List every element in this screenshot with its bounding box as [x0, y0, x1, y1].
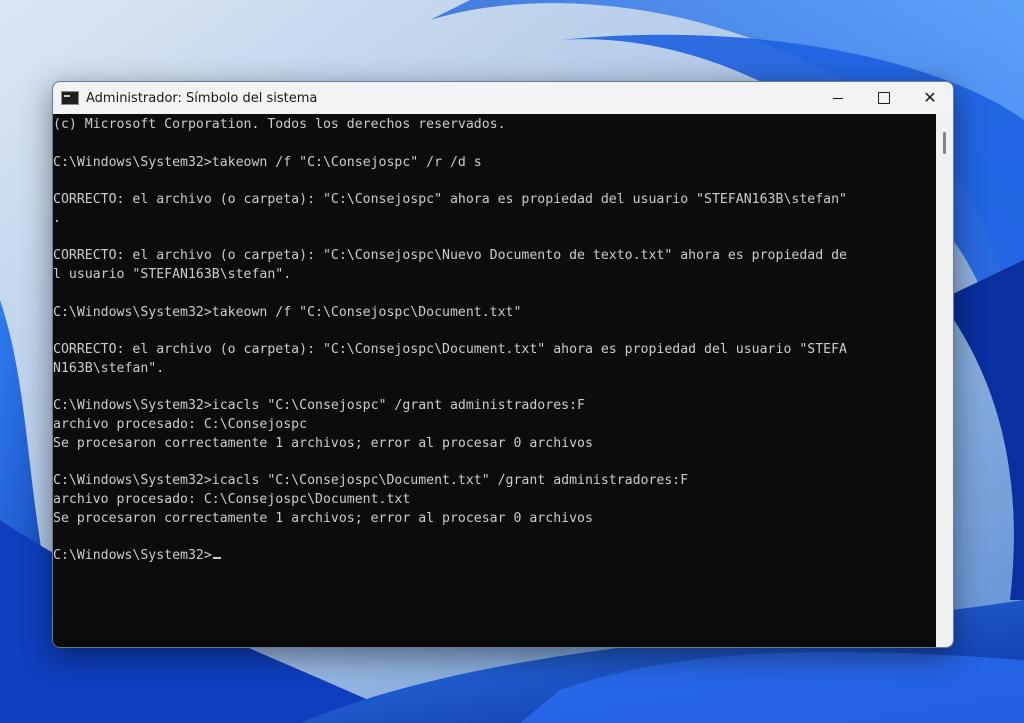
minimize-icon: [833, 97, 843, 99]
scrollbar-thumb[interactable]: [943, 132, 946, 154]
close-button[interactable]: ✕: [907, 82, 953, 114]
maximize-button[interactable]: [861, 82, 907, 114]
console-line: Se procesaron correctamente 1 archivos; …: [53, 435, 593, 451]
cmd-icon: [61, 91, 79, 105]
console-line: .: [53, 210, 61, 226]
maximize-icon: [878, 92, 890, 104]
window-title: Administrador: Símbolo del sistema: [86, 90, 318, 106]
console-line: l usuario "STEFAN163B\stefan".: [53, 267, 292, 282]
console-line: CORRECTO: el archivo (o carpeta): "C:\Co…: [53, 342, 847, 357]
text-cursor: [212, 557, 221, 560]
console-line: C:\Windows\System32>takeown /f "C:\Conse…: [53, 304, 522, 320]
command-prompt-window[interactable]: Administrador: Símbolo del sistema ✕ (c)…: [52, 81, 954, 648]
title-bar[interactable]: Administrador: Símbolo del sistema ✕: [53, 82, 953, 114]
console-line: C:\Windows\System32>icacls "C:\Consejosp…: [53, 473, 689, 489]
console-line: CORRECTO: el archivo (o carpeta): "C:\Co…: [53, 192, 847, 207]
console-line: C:\Windows\System32>takeown /f "C:\Conse…: [53, 154, 482, 170]
prompt-line[interactable]: C:\Windows\System32>: [53, 547, 935, 566]
console-line: archivo procesado: C:\Consejospc\Documen…: [53, 492, 411, 507]
console-line: Se procesaron correctamente 1 archivos; …: [53, 510, 593, 526]
console-line: C:\Windows\System32>icacls "C:\Consejosp…: [53, 398, 585, 414]
console-output[interactable]: (c) Microsoft Corporation. Todos los der…: [53, 114, 935, 647]
close-icon: ✕: [923, 88, 937, 107]
console-line: archivo procesado: C:\Consejospc: [53, 417, 308, 432]
vertical-scrollbar[interactable]: [936, 114, 953, 647]
prompt-text: C:\Windows\System32>: [53, 548, 212, 564]
console-line: CORRECTO: el archivo (o carpeta): "C:\Co…: [53, 248, 847, 264]
console-line: N163B\stefan".: [53, 360, 165, 376]
minimize-button[interactable]: [815, 82, 861, 114]
console-line: (c) Microsoft Corporation. Todos los der…: [53, 117, 506, 132]
